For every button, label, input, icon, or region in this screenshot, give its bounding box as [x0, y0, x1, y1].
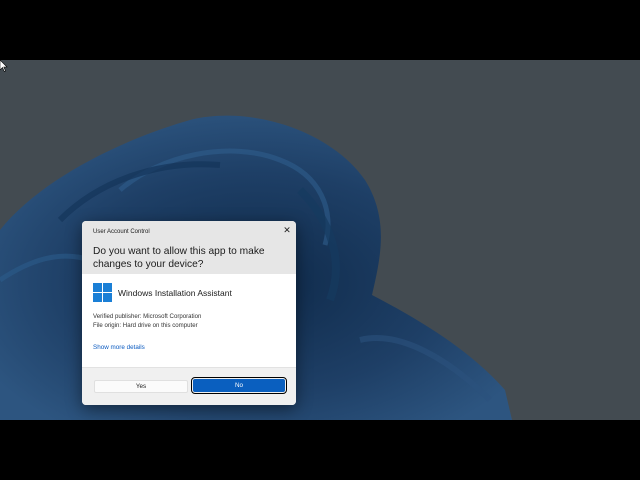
file-origin: File origin: Hard drive on this computer — [93, 322, 198, 329]
windows-logo-icon — [93, 283, 112, 302]
uac-dialog: User Account Control ✕ Do you want to al… — [82, 221, 296, 405]
no-button[interactable]: No — [191, 377, 287, 394]
show-more-details-link[interactable]: Show more details — [93, 344, 145, 351]
close-icon[interactable]: ✕ — [282, 225, 292, 235]
verified-publisher: Verified publisher: Microsoft Corporatio… — [93, 313, 202, 320]
uac-footer: Yes No — [82, 367, 296, 405]
mouse-pointer-icon — [0, 60, 8, 72]
uac-header: User Account Control ✕ Do you want to al… — [82, 221, 296, 274]
dialog-caption: User Account Control — [93, 229, 150, 235]
app-name: Windows Installation Assistant — [118, 288, 232, 298]
dialog-question: Do you want to allow this app to make ch… — [93, 246, 265, 270]
letterbox-top — [0, 0, 640, 60]
letterbox-bottom — [0, 420, 640, 480]
yes-button[interactable]: Yes — [94, 380, 188, 393]
